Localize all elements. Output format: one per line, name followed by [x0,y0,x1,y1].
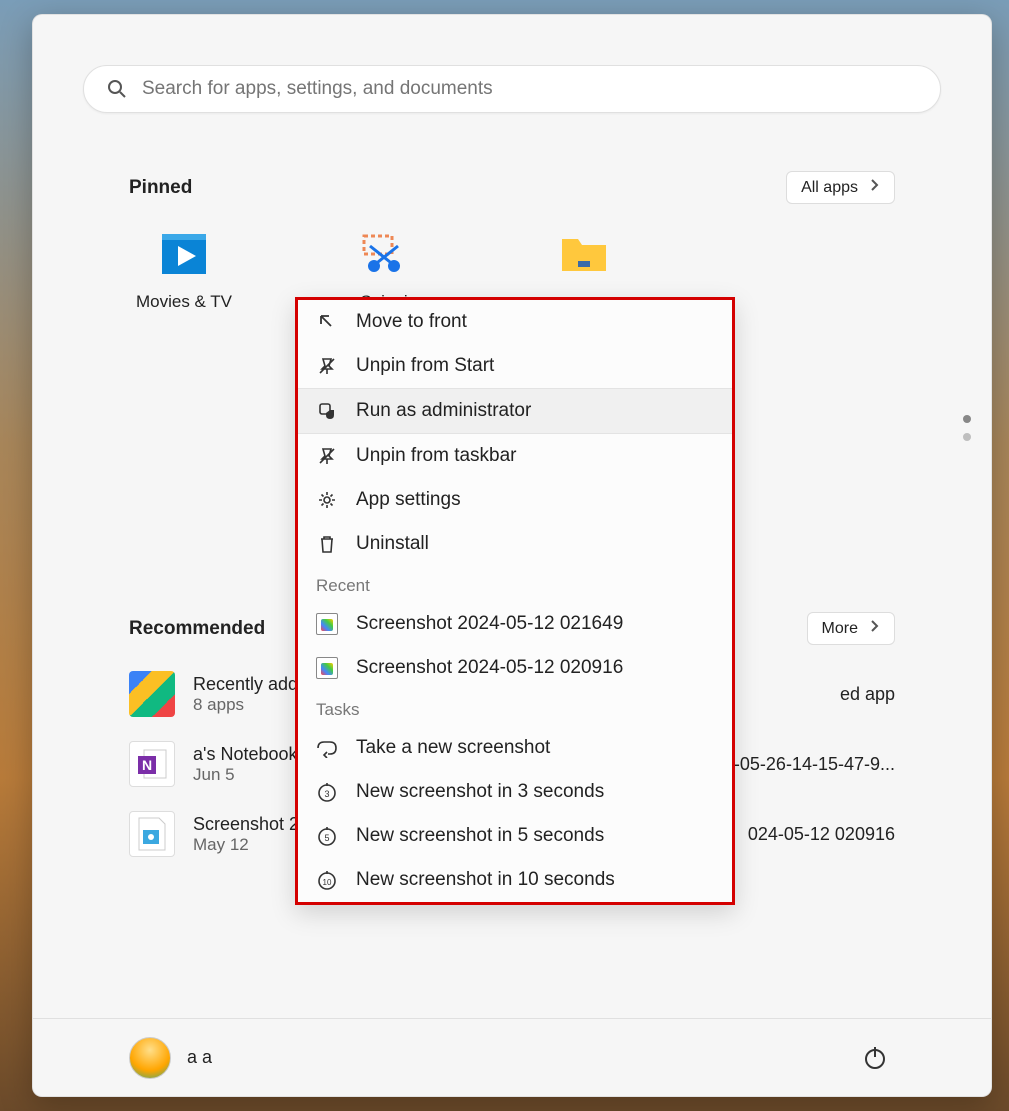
ctx-recent-heading: Recent [298,566,732,602]
all-apps-button[interactable]: All apps [786,171,895,204]
ctx-label: Unpin from Start [356,355,494,377]
more-button[interactable]: More [807,612,895,645]
file-icon [316,657,338,679]
timer-3-icon: 3 [316,781,338,803]
ctx-run-as-admin[interactable]: Run as administrator [298,389,732,433]
rec-title: ed app [840,684,895,705]
more-label: More [822,620,858,638]
timer-10-icon: 10 [316,869,338,891]
timer-5-icon: 5 [316,825,338,847]
app-movies-tv[interactable]: Movies & TV [129,230,239,312]
search-input[interactable] [142,78,918,100]
ctx-task-screenshot-5s[interactable]: 5 New screenshot in 5 seconds [298,814,732,858]
recommended-title: Recommended [129,618,265,640]
ctx-app-settings[interactable]: App settings [298,478,732,522]
ctx-label: App settings [356,489,461,511]
power-button[interactable] [855,1038,895,1078]
user-name: a a [187,1047,212,1068]
image-file-icon [129,811,175,857]
shield-icon [316,400,338,422]
movies-icon [160,230,208,278]
unpin-icon [316,445,338,467]
chevron-right-icon [870,178,880,197]
ctx-task-screenshot[interactable]: Take a new screenshot [298,726,732,770]
ctx-recent-file[interactable]: Screenshot 2024-05-12 021649 [298,602,732,646]
start-footer: a a [33,1018,991,1096]
search-bar[interactable] [83,65,941,113]
rec-sub: 8 apps [193,695,298,715]
trash-icon [316,533,338,555]
all-apps-label: All apps [801,179,858,197]
search-icon [106,78,128,100]
ctx-label: Move to front [356,311,467,333]
ctx-label: New screenshot in 5 seconds [356,825,604,847]
rec-title: a's Notebook [193,744,298,765]
rec-sub: May 12 [193,835,299,855]
pinned-title: Pinned [129,177,192,199]
svg-text:3: 3 [324,789,329,799]
ctx-label: Screenshot 2024-05-12 021649 [356,613,623,635]
ctx-tasks-heading: Tasks [298,690,732,726]
user-button[interactable]: a a [129,1037,212,1079]
file-icon [316,613,338,635]
camera-icon [316,737,338,759]
ctx-label: Uninstall [356,533,429,555]
ctx-task-screenshot-3s[interactable]: 3 New screenshot in 3 seconds [298,770,732,814]
folder-icon [560,230,608,278]
unpin-icon [316,355,338,377]
page-indicator[interactable] [963,415,971,441]
ctx-task-screenshot-10s[interactable]: 10 New screenshot in 10 seconds [298,858,732,902]
ctx-label: Take a new screenshot [356,737,550,759]
ctx-label: Screenshot 2024-05-12 020916 [356,657,623,679]
chevron-right-icon [870,619,880,638]
rec-title: 024-05-12 020916 [748,824,895,845]
scissors-icon [360,230,408,278]
ctx-unpin-taskbar[interactable]: Unpin from taskbar [298,434,732,478]
ctx-recent-file[interactable]: Screenshot 2024-05-12 020916 [298,646,732,690]
ctx-uninstall[interactable]: Uninstall [298,522,732,566]
svg-text:5: 5 [324,833,329,843]
ctx-unpin-start[interactable]: Unpin from Start [298,344,732,388]
gear-icon [316,489,338,511]
context-menu: Move to front Unpin from Start Run as ad… [295,297,735,905]
rec-title: Recently add [193,674,298,695]
app-label: Movies & TV [136,292,232,312]
power-icon [862,1045,888,1071]
svg-text:N: N [142,757,152,773]
rec-title: Screenshot 2 [193,814,299,835]
ctx-label: New screenshot in 10 seconds [356,869,615,891]
arrow-up-left-icon [316,311,338,333]
onenote-icon: N [129,741,175,787]
group-icon [129,671,175,717]
svg-text:10: 10 [323,878,332,887]
ctx-label: New screenshot in 3 seconds [356,781,604,803]
ctx-label: Unpin from taskbar [356,445,517,467]
ctx-label: Run as administrator [356,400,531,422]
avatar [129,1037,171,1079]
ctx-move-to-front[interactable]: Move to front [298,300,732,344]
rec-sub: Jun 5 [193,765,298,785]
